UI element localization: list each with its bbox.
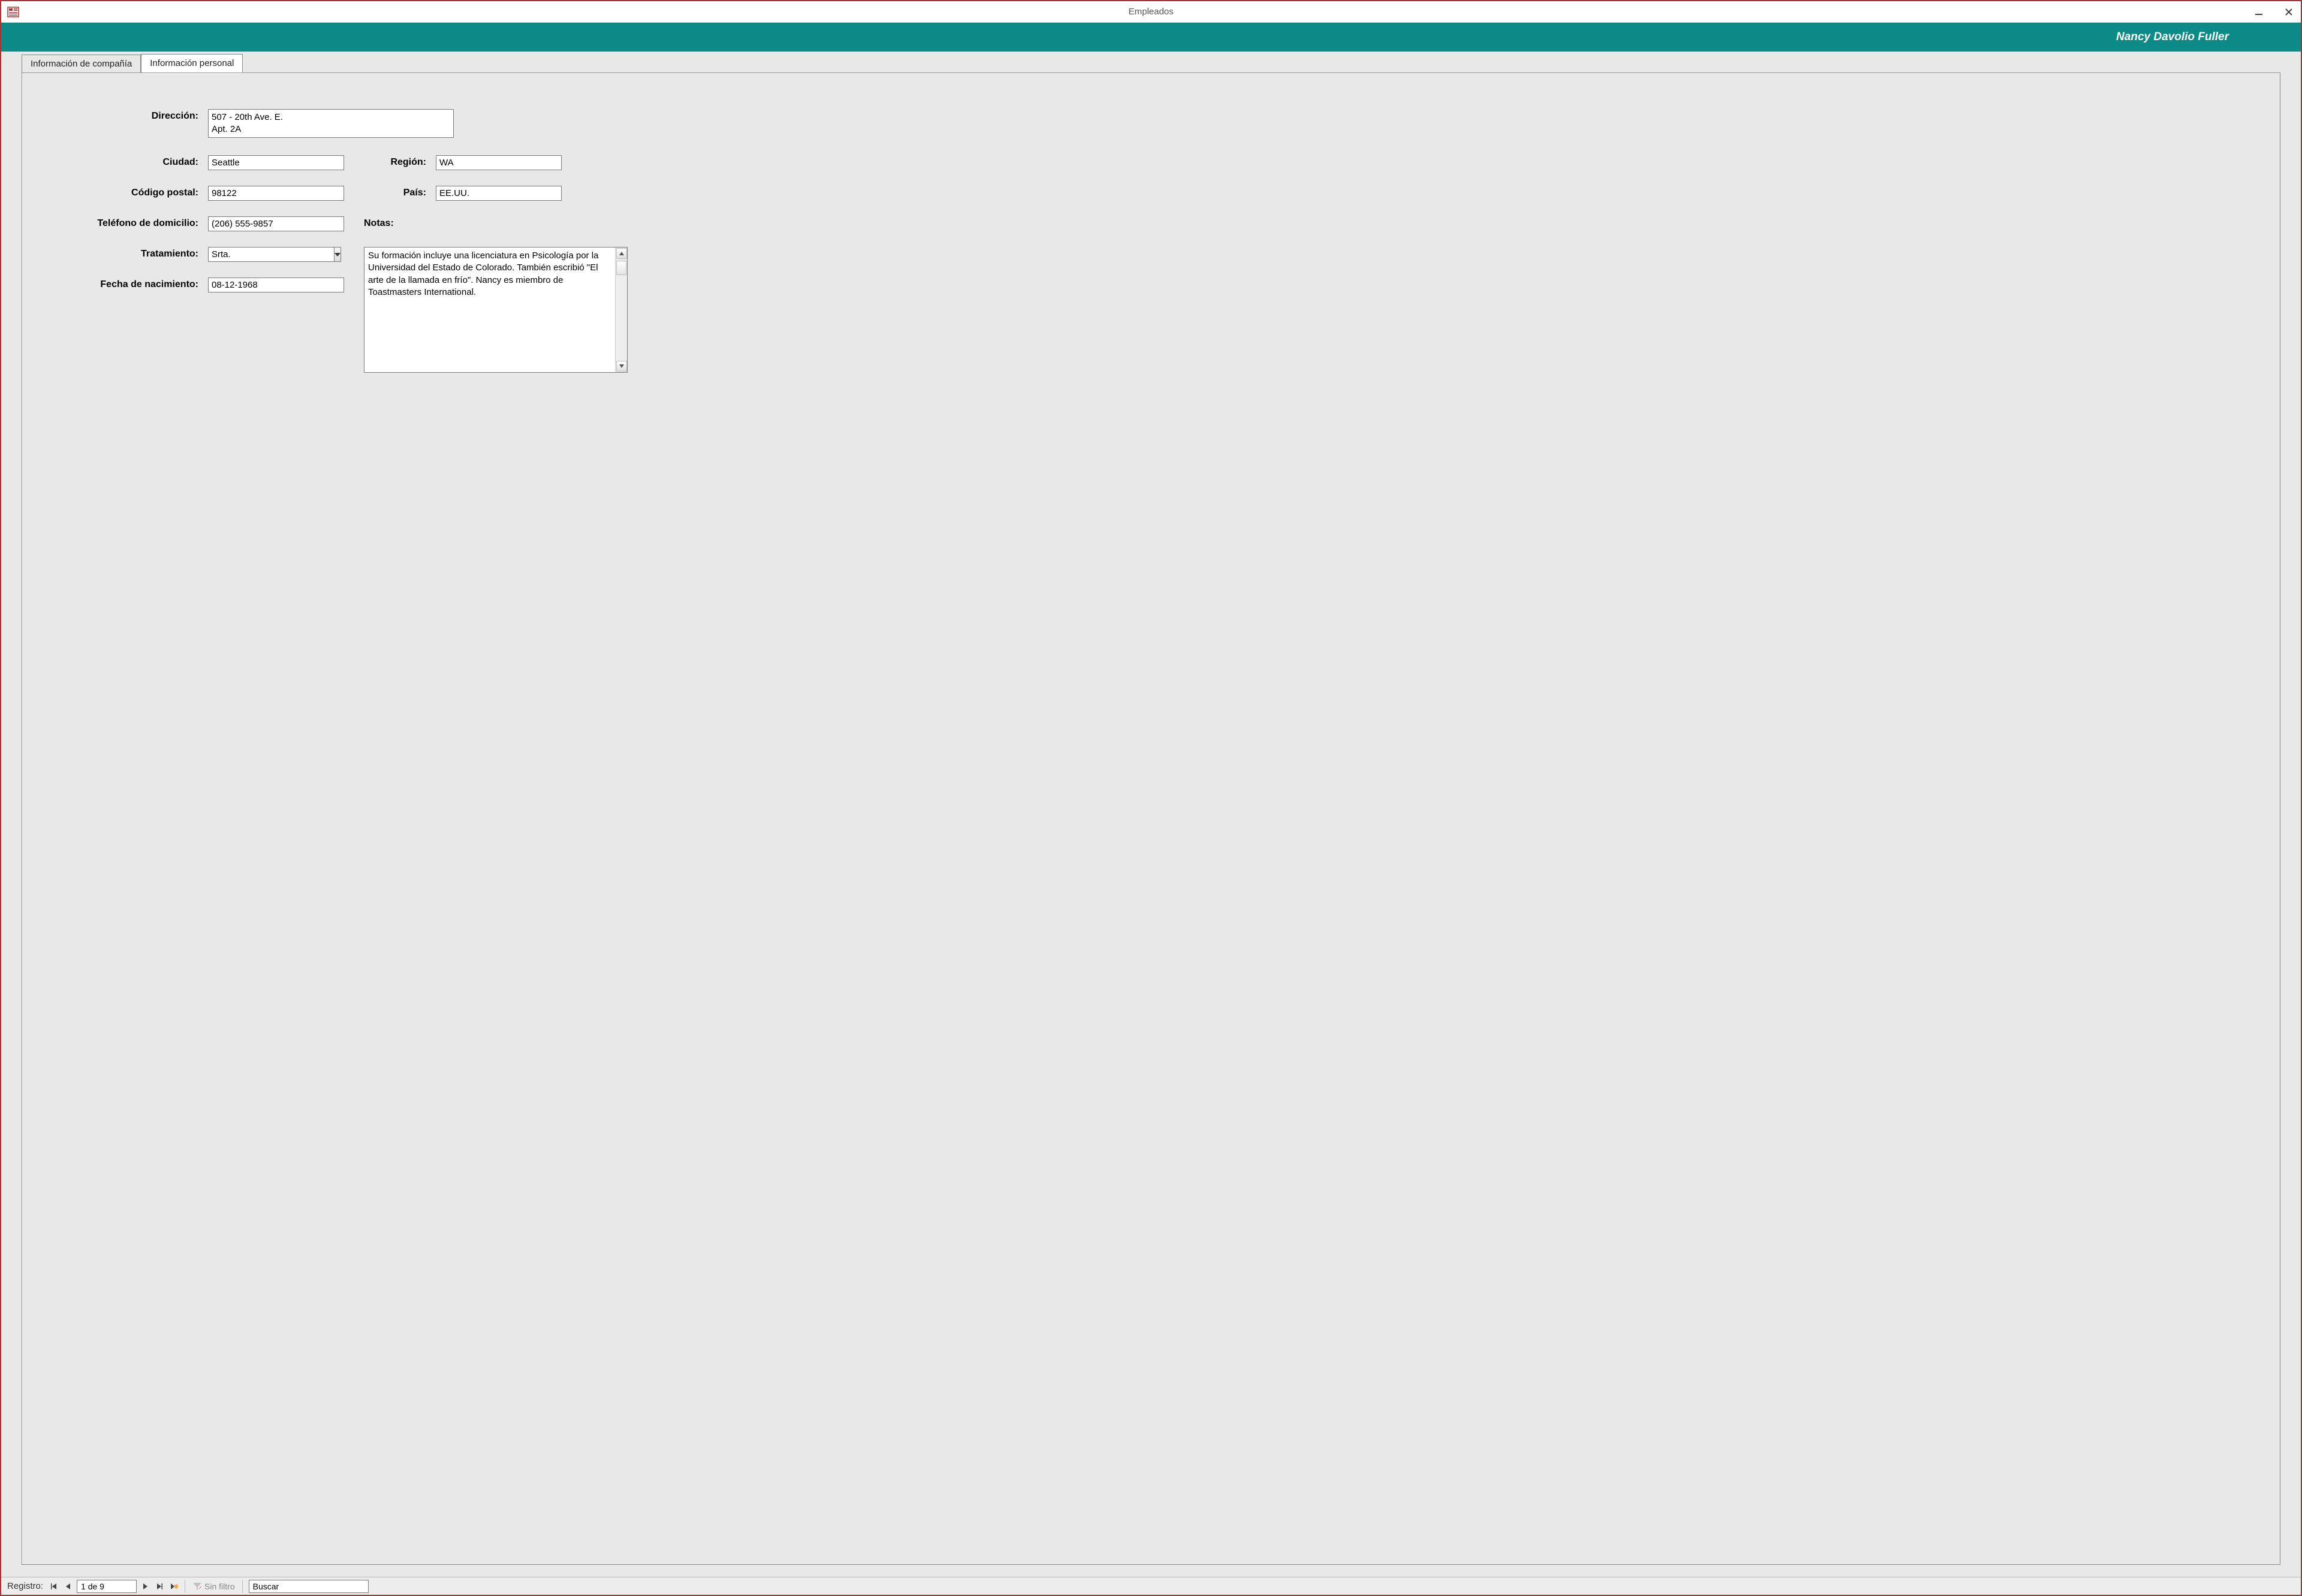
nav-last-button[interactable] [152,1580,167,1593]
label-city: Ciudad: [46,155,202,168]
nav-first-button[interactable] [47,1580,61,1593]
scroll-thumb[interactable] [616,261,626,275]
nav-prev-button[interactable] [61,1580,76,1593]
form-window: Empleados Nancy Davolio Fuller Informaci… [0,0,2302,1596]
tab-personal-info[interactable]: Información personal [141,54,243,73]
nav-filter-label: Sin filtro [204,1582,235,1591]
employee-name-header: Nancy Davolio Fuller [2116,31,2229,44]
access-form-icon [7,6,19,18]
label-region: Región: [364,155,430,168]
notes-scrollbar[interactable] [615,248,627,372]
phone-field[interactable] [208,216,344,231]
tab-strip: Información de compañía Información pers… [22,54,2298,73]
nav-filter[interactable]: Sin filtro [189,1582,239,1591]
city-field[interactable] [208,155,344,170]
label-notes: Notas: [364,216,430,229]
scroll-up-button[interactable] [616,248,627,259]
nav-new-button[interactable] [167,1580,181,1593]
nav-separator-2 [242,1580,243,1593]
notes-field[interactable] [364,248,615,372]
label-birthdate: Fecha de nacimiento: [46,277,202,290]
window-title: Empleados [1128,7,1173,17]
label-phone: Teléfono de domicilio: [46,216,202,229]
notes-box [364,247,628,373]
scroll-down-button[interactable] [616,361,627,372]
scroll-track[interactable] [616,260,627,360]
label-address: Dirección: [46,109,202,122]
courtesy-combo[interactable] [208,247,322,262]
birthdate-field[interactable] [208,277,344,292]
tab-panel-personal: Dirección: Ciudad: Región: Código postal… [22,73,2280,1565]
nav-search-input[interactable] [249,1580,369,1593]
window-buttons [2252,5,2296,19]
address-field[interactable] [208,109,454,138]
label-country: País: [364,186,430,198]
courtesy-field[interactable] [208,247,334,262]
label-courtesy: Tratamiento: [46,247,202,260]
nav-next-button[interactable] [138,1580,152,1593]
minimize-button[interactable] [2252,5,2266,19]
nav-position-input[interactable] [77,1580,137,1593]
record-navigator: Registro: Sin filtro [1,1577,2301,1595]
country-field[interactable] [436,186,562,201]
form-body: Información de compañía Información pers… [1,52,2301,1577]
label-postal: Código postal: [46,186,202,198]
postal-field[interactable] [208,186,344,201]
titlebar: Empleados [1,1,2301,23]
form-header: Nancy Davolio Fuller [1,23,2301,52]
region-field[interactable] [436,155,562,170]
nav-label: Registro: [2,1581,47,1591]
tab-company-info[interactable]: Información de compañía [22,55,141,73]
courtesy-dropdown-button[interactable] [334,247,341,262]
close-button[interactable] [2282,5,2296,19]
